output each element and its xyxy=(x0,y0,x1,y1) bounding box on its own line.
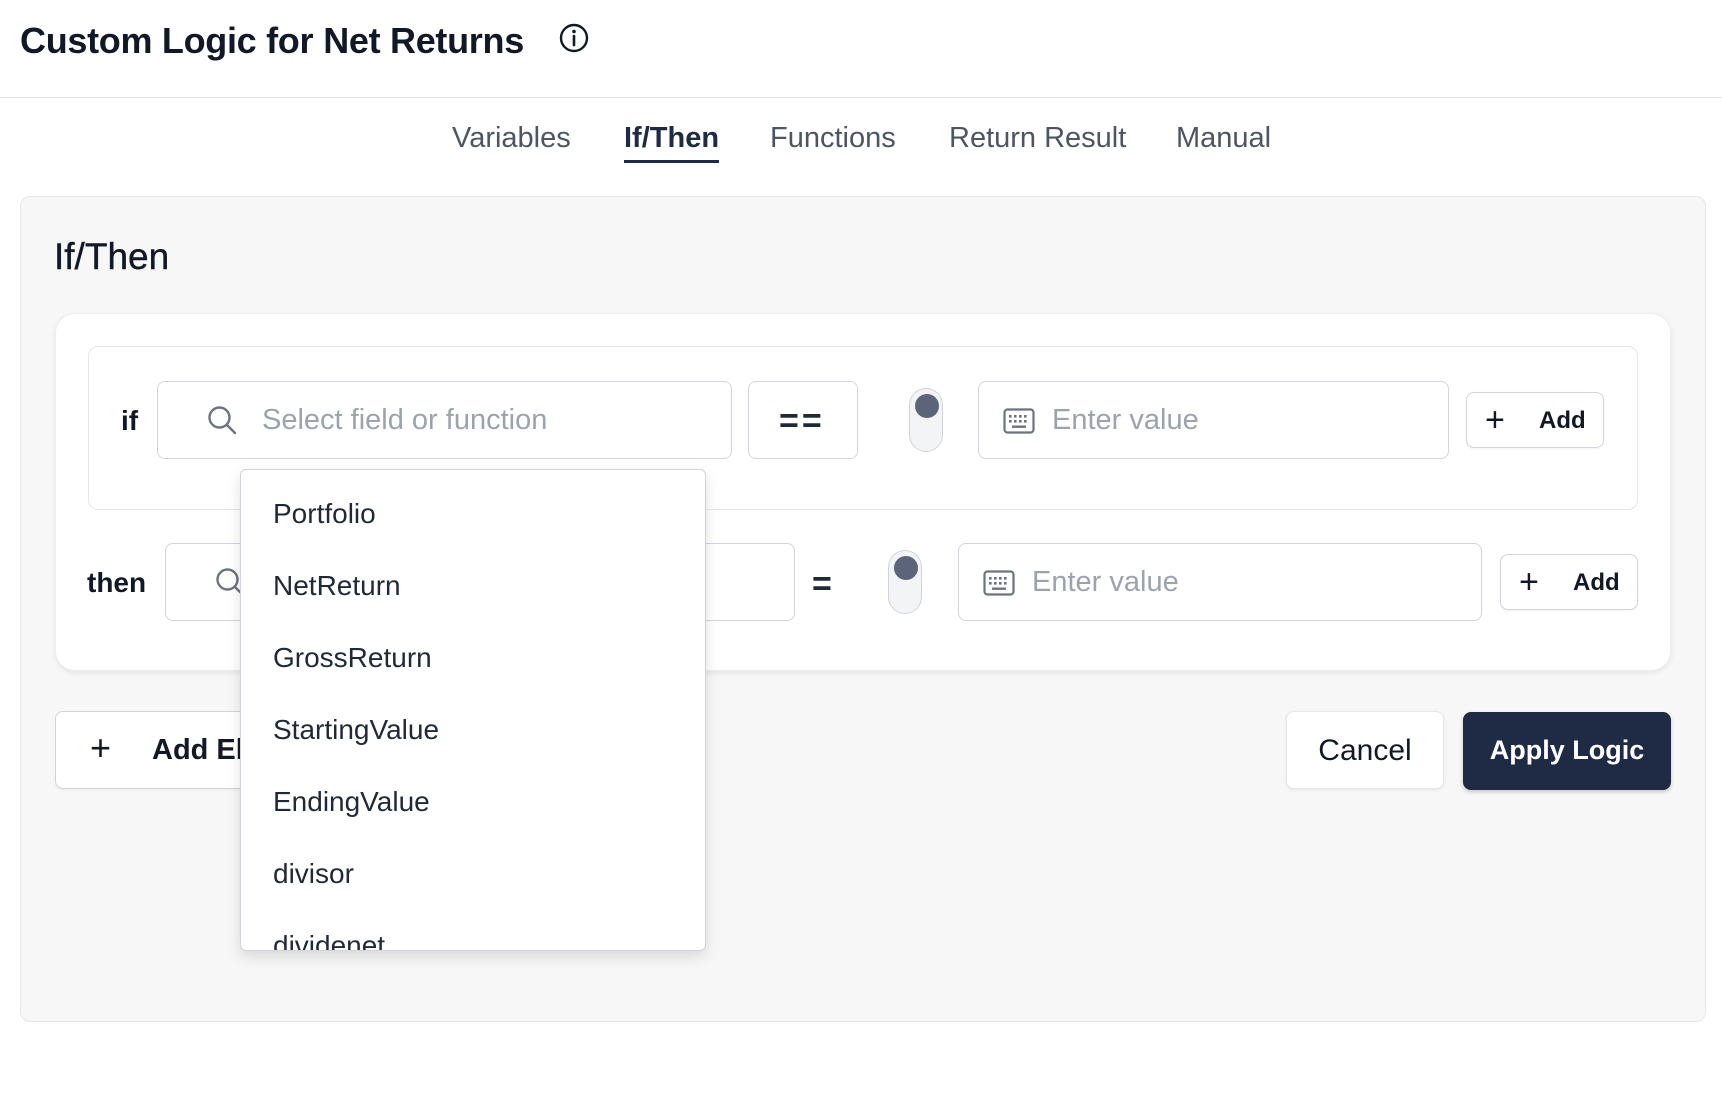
tab-return-result[interactable]: Return Result xyxy=(949,122,1126,155)
then-keyword: then xyxy=(87,567,147,598)
if-field-select[interactable]: Select field or function xyxy=(157,381,732,459)
apply-logic-label: Apply Logic xyxy=(1489,735,1645,765)
if-value-placeholder: Enter value xyxy=(1052,404,1199,436)
if-add-button[interactable]: + Add xyxy=(1466,392,1604,448)
then-value-toggle[interactable] xyxy=(888,550,922,614)
if-value-input[interactable]: Enter value xyxy=(978,381,1449,459)
field-dropdown-menu: Portfolio NetReturn GrossReturn Starting… xyxy=(240,469,706,951)
then-value-placeholder: Enter value xyxy=(1032,566,1179,598)
dropdown-option-netreturn[interactable]: NetReturn xyxy=(273,570,401,602)
then-operator: = xyxy=(812,565,835,603)
then-value-input[interactable]: Enter value xyxy=(958,543,1482,621)
tab-variables[interactable]: Variables xyxy=(452,122,571,155)
dropdown-option-grossreturn[interactable]: GrossReturn xyxy=(273,642,432,674)
plus-icon: + xyxy=(90,727,112,768)
dropdown-option-portfolio[interactable]: Portfolio xyxy=(273,498,376,530)
if-value-toggle[interactable] xyxy=(909,388,943,452)
tab-bar: Variables If/Then Functions Return Resul… xyxy=(0,118,1722,166)
apply-logic-button[interactable]: Apply Logic xyxy=(1463,712,1671,790)
tab-if-then[interactable]: If/Then xyxy=(624,122,720,163)
panel-heading: If/Then xyxy=(54,236,170,277)
cancel-label: Cancel xyxy=(1318,734,1412,767)
dropdown-option-dividenet[interactable]: dividenet xyxy=(273,930,385,950)
then-add-button[interactable]: + Add xyxy=(1500,554,1638,610)
dropdown-option-endingvalue[interactable]: EndingValue xyxy=(273,786,430,818)
tab-manual[interactable]: Manual xyxy=(1176,122,1271,155)
search-icon xyxy=(206,404,238,436)
toggle-knob xyxy=(894,556,918,580)
info-circle-icon[interactable] xyxy=(558,22,590,54)
page-title-prefix: Custom Logic for xyxy=(20,20,314,61)
then-add-label: Add xyxy=(1573,569,1620,596)
dropdown-option-startingvalue[interactable]: StartingValue xyxy=(273,714,439,746)
if-add-label: Add xyxy=(1539,407,1586,434)
page-title: Custom Logic for Net Returns xyxy=(20,20,524,62)
page-header: Custom Logic for Net Returns xyxy=(0,0,1722,98)
if-keyword: if xyxy=(121,405,139,436)
keyboard-icon xyxy=(983,570,1015,596)
keyboard-icon xyxy=(1003,408,1035,434)
page-title-subject: Net Returns xyxy=(323,20,524,61)
if-field-placeholder: Select field or function xyxy=(262,404,548,436)
plus-icon: + xyxy=(1519,563,1539,601)
toggle-knob xyxy=(915,394,939,418)
tab-functions[interactable]: Functions xyxy=(770,122,896,155)
plus-icon: + xyxy=(1485,401,1505,439)
cancel-button[interactable]: Cancel xyxy=(1286,711,1444,789)
if-operator-select[interactable]: == xyxy=(748,381,858,459)
dropdown-option-divisor[interactable]: divisor xyxy=(273,858,354,890)
if-operator-label: == xyxy=(779,402,825,440)
